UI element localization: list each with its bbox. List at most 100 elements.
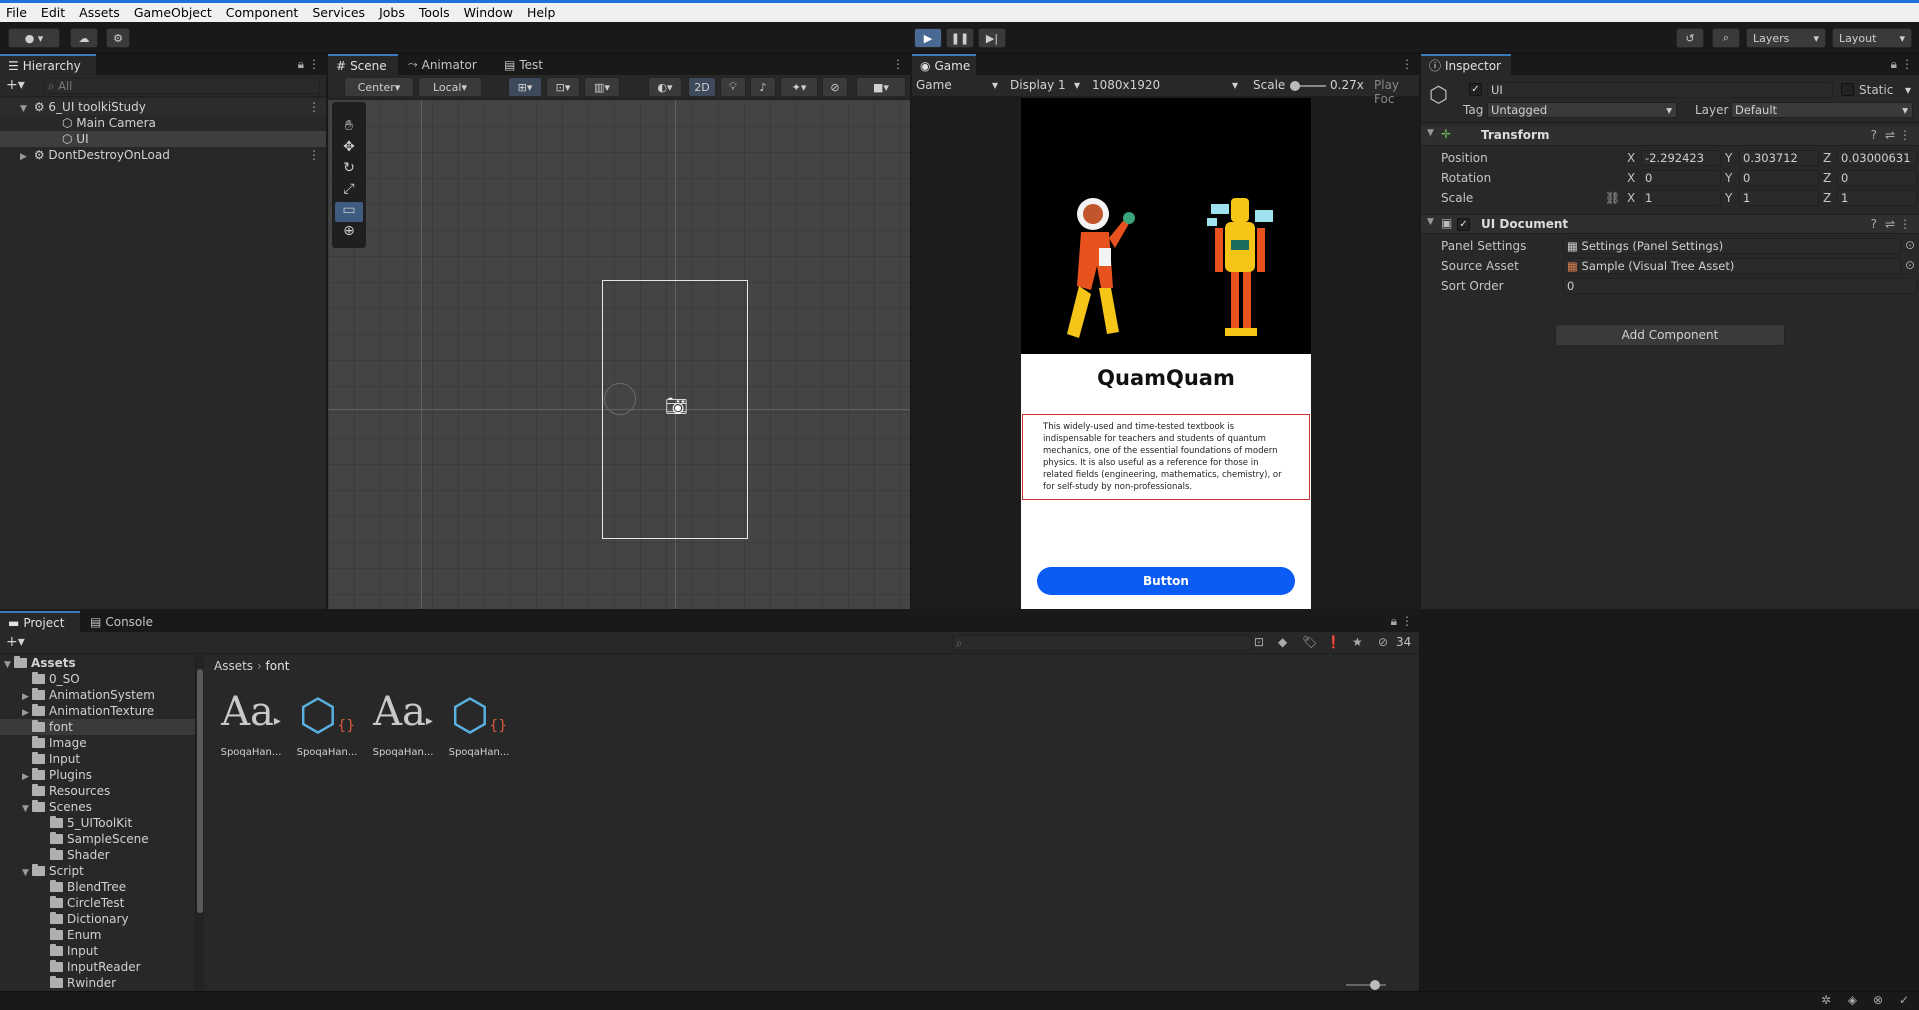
project-tree-item[interactable]: SampleScene — [0, 831, 195, 847]
menu-component[interactable]: Component — [226, 5, 299, 20]
kebab-menu-icon[interactable]: ⋮ — [1401, 614, 1413, 628]
lighting-toggle[interactable]: 💡︎ — [720, 77, 746, 97]
effects-toggle[interactable]: ✦▾ — [780, 77, 818, 97]
scene-viewport[interactable]: 📷︎ ✋︎ ✥ ↻ ⤢ ▭ ⊕ — [328, 100, 910, 609]
menu-services[interactable]: Services — [312, 5, 365, 20]
scale-y-field[interactable]: 1 — [1739, 190, 1819, 206]
layers-dropdown[interactable]: Layers ▾ — [1746, 28, 1826, 48]
warning-icon[interactable]: ❗ — [1326, 635, 1341, 649]
menu-help[interactable]: Help — [527, 5, 556, 20]
tree-scrollbar[interactable] — [196, 655, 204, 991]
project-search-input[interactable]: ⌕ — [952, 635, 1252, 651]
tab-game[interactable]: ◉ Game — [912, 54, 976, 75]
camera-settings-button[interactable]: ■▾ — [856, 77, 906, 97]
lock-icon[interactable]: 🔒︎ — [1391, 614, 1397, 629]
project-tree-item[interactable]: ▼ Assets — [0, 655, 195, 671]
project-tree-item[interactable]: InputReader — [0, 959, 195, 975]
camera-gizmo-icon[interactable]: 📷︎ — [665, 396, 688, 417]
undo-history-button[interactable]: ↺ — [1676, 28, 1704, 48]
asset-item[interactable]: ⬡{} SpoqaHan... — [292, 689, 362, 758]
star-icon[interactable]: ★ — [1352, 635, 1363, 649]
hierarchy-item-dontdestroyonload[interactable]: ▶ ⚙ DontDestroyOnLoad ⋮ — [0, 147, 326, 163]
pivot-dropdown[interactable]: Center ▾ — [344, 77, 414, 97]
cloud-button[interactable]: ☁ — [70, 28, 98, 48]
collapse-arrow-icon[interactable]: ▼ — [1427, 217, 1434, 227]
kebab-menu-icon[interactable]: ⋮ — [1899, 217, 1911, 231]
display-dropdown[interactable]: Display 1 ▾ — [1010, 78, 1084, 92]
project-tree-item[interactable]: ▶ AnimationTexture — [0, 703, 195, 719]
project-tree-item[interactable]: CircleTest — [0, 895, 195, 911]
kebab-menu-icon[interactable]: ⋮ — [308, 57, 320, 71]
rotation-z-field[interactable]: 0 — [1837, 170, 1917, 186]
layout-dropdown[interactable]: Layout ▾ — [1832, 28, 1912, 48]
ui-document-enabled-checkbox[interactable]: ✓ — [1457, 218, 1470, 231]
active-checkbox[interactable]: ✓ — [1469, 83, 1482, 96]
asset-item[interactable]: Aa▸ SpoqaHan... — [216, 689, 286, 758]
kebab-menu-icon[interactable]: ⋮ — [892, 57, 904, 71]
preset-icon[interactable]: ⇌ — [1885, 217, 1895, 231]
kebab-menu-icon[interactable]: ⋮ — [308, 99, 320, 115]
grid-snap-button[interactable]: ⊞▾ — [508, 77, 542, 97]
kebab-menu-icon[interactable]: ⋮ — [1401, 57, 1413, 71]
breadcrumb-assets[interactable]: Assets — [214, 659, 253, 673]
menu-jobs[interactable]: Jobs — [379, 5, 405, 20]
collapse-arrow-icon[interactable]: ▼ — [1427, 128, 1434, 138]
scale-x-field[interactable]: 1 — [1641, 190, 1721, 206]
source-asset-field[interactable]: ▦ Sample (Visual Tree Asset) — [1563, 258, 1901, 274]
chevron-down-icon[interactable]: ▾ — [1905, 83, 1911, 97]
scale-slider[interactable] — [1290, 81, 1326, 91]
tab-animator[interactable]: ⤳ Animator — [400, 54, 485, 75]
bake-icon[interactable]: ◈ — [1848, 993, 1857, 1007]
tag-dropdown[interactable]: Untagged ▾ — [1487, 102, 1677, 118]
project-tree-item[interactable]: Input — [0, 751, 195, 767]
game-viewport[interactable]: QuamQuam This widely-used and time-teste… — [1021, 98, 1311, 609]
project-tree-item[interactable]: 0_SO — [0, 671, 195, 687]
game-view-dropdown[interactable]: Game ▾ — [916, 78, 1002, 92]
transform-tool-icon[interactable]: ⊕ — [335, 223, 363, 243]
audio-toggle[interactable]: ♪ — [750, 77, 776, 97]
search-button[interactable]: ⌕ — [1712, 28, 1740, 48]
project-tree-item[interactable]: Image — [0, 735, 195, 751]
sort-order-field[interactable]: 0 — [1563, 278, 1917, 294]
project-tree-item[interactable]: ▶ Plugins — [0, 767, 195, 783]
link-icon[interactable]: ⛓ — [1605, 191, 1620, 205]
asset-item[interactable]: Aa▸ SpoqaHan... — [368, 689, 438, 758]
project-tree-item[interactable]: Resources — [0, 783, 195, 799]
breadcrumb-font[interactable]: font — [266, 659, 290, 673]
menu-tools[interactable]: Tools — [419, 5, 450, 20]
debug-icon[interactable]: ✲ — [1821, 993, 1831, 1007]
hierarchy-item-main-camera[interactable]: ⬡ Main Camera — [0, 115, 326, 131]
preset-icon[interactable]: ⇌ — [1885, 128, 1895, 142]
kebab-menu-icon[interactable]: ⋮ — [1901, 57, 1913, 71]
menu-file[interactable]: File — [6, 5, 27, 20]
menu-gameobject[interactable]: GameObject — [134, 5, 212, 20]
tab-inspector[interactable]: ⓘ Inspector — [1421, 54, 1511, 75]
tab-console[interactable]: ▤ Console — [82, 611, 161, 632]
collab-button[interactable]: ⚙ — [106, 28, 130, 48]
search-by-type-icon[interactable]: ⊡ — [1254, 635, 1264, 649]
hand-tool-icon[interactable]: ✋︎ — [335, 118, 363, 138]
move-tool-icon[interactable]: ✥ — [335, 139, 363, 159]
visibility-toggle[interactable]: ⊘ — [822, 77, 848, 97]
transform-header[interactable]: ▼ ✛ Transform ? ⇌ ⋮ — [1421, 126, 1919, 146]
project-tree-item[interactable]: BlendTree — [0, 879, 195, 895]
asset-item[interactable]: ⬡{} SpoqaHan... — [444, 689, 514, 758]
label-icon[interactable]: 🏷︎ — [1302, 635, 1317, 649]
space-dropdown[interactable]: Local ▾ — [418, 77, 482, 97]
tab-project[interactable]: ▬ Project — [0, 611, 80, 632]
tab-hierarchy[interactable]: ☰ Hierarchy — [0, 54, 96, 75]
tab-scene[interactable]: # Scene — [328, 54, 398, 75]
play-button[interactable]: ▶ — [914, 28, 942, 48]
tab-test[interactable]: ▤ Test — [496, 54, 551, 75]
add-icon[interactable]: +▾ — [6, 77, 25, 93]
add-component-button[interactable]: Add Component — [1555, 324, 1785, 346]
help-icon[interactable]: ? — [1871, 217, 1877, 231]
project-tree-item[interactable]: 5_UIToolKit — [0, 815, 195, 831]
project-tree-item[interactable]: Rwinder — [0, 975, 195, 991]
check-icon[interactable]: ✓ — [1899, 993, 1909, 1007]
step-button[interactable]: ▶| — [978, 28, 1006, 48]
project-tree-item[interactable]: Dictionary — [0, 911, 195, 927]
ruler-button[interactable]: ▥▾ — [584, 77, 620, 97]
draw-mode-button[interactable]: ◐▾ — [648, 77, 682, 97]
game-button[interactable]: Button — [1037, 567, 1295, 595]
